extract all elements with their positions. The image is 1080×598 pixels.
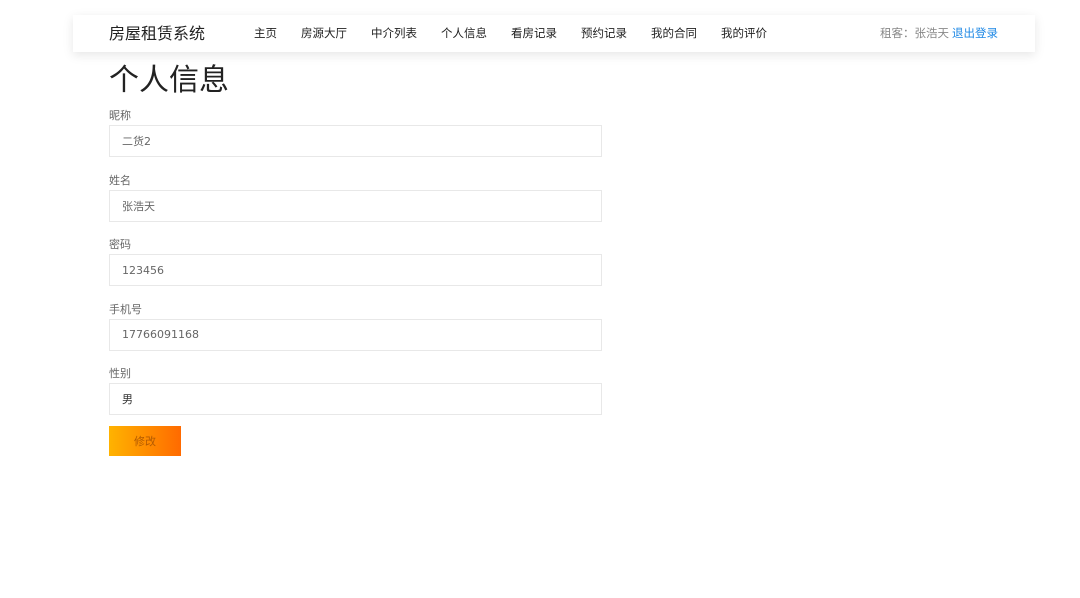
gender-label: 性别 <box>109 367 131 380</box>
nav-item-contracts[interactable]: 我的合同 <box>651 15 697 52</box>
nav-item-reviews[interactable]: 我的评价 <box>721 15 767 52</box>
profile-form: 昵称 姓名 密码 手机号 性别 修改 <box>109 106 602 456</box>
password-label: 密码 <box>109 238 131 251</box>
logout-link[interactable]: 退出登录 <box>952 26 998 40</box>
current-user-label: 租客：张浩天 <box>880 26 949 40</box>
nav-item-agents[interactable]: 中介列表 <box>371 15 417 52</box>
submit-edit-button[interactable]: 修改 <box>109 426 181 456</box>
phone-label: 手机号 <box>109 302 142 316</box>
nickname-label: 昵称 <box>109 109 131 122</box>
field-phone: 手机号 <box>109 300 602 365</box>
field-password: 密码 <box>109 235 602 300</box>
nickname-input[interactable] <box>109 125 602 157</box>
nav-item-reservation-records[interactable]: 预约记录 <box>581 15 627 52</box>
name-label: 姓名 <box>109 173 131 187</box>
nav-item-profile[interactable]: 个人信息 <box>441 15 487 52</box>
user-area: 租客：张浩天 退出登录 <box>880 15 998 52</box>
field-name: 姓名 <box>109 171 602 236</box>
field-nickname: 昵称 <box>109 106 602 171</box>
password-input[interactable] <box>109 254 602 286</box>
main-nav: 主页 房源大厅 中介列表 个人信息 看房记录 预约记录 我的合同 我的评价 <box>254 15 791 52</box>
nav-item-viewing-records[interactable]: 看房记录 <box>511 15 557 52</box>
page-title: 个人信息 <box>109 63 229 98</box>
top-navbar: 房屋租赁系统 主页 房源大厅 中介列表 个人信息 看房记录 预约记录 我的合同 … <box>73 15 1035 52</box>
brand-title[interactable]: 房屋租赁系统 <box>109 15 205 52</box>
phone-input[interactable] <box>109 318 602 351</box>
nav-item-home[interactable]: 主页 <box>254 15 277 52</box>
name-input[interactable] <box>109 189 602 222</box>
field-gender: 性别 <box>109 364 602 429</box>
nav-item-listings[interactable]: 房源大厅 <box>301 15 347 52</box>
gender-input[interactable] <box>109 383 602 415</box>
